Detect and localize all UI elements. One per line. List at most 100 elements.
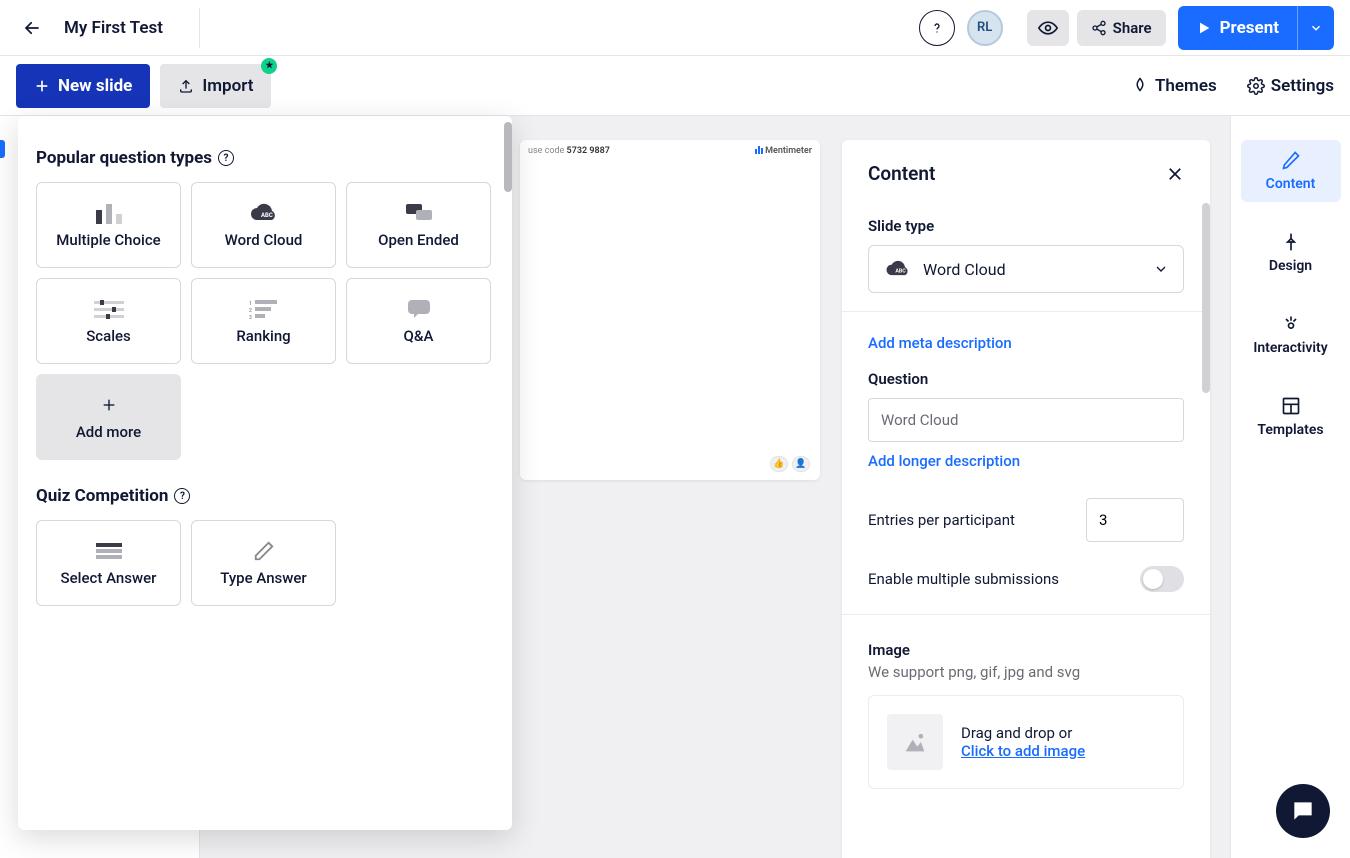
- help-icon[interactable]: ?: [174, 488, 190, 504]
- type-ranking[interactable]: 123 Ranking: [191, 278, 336, 364]
- click-add-image-link[interactable]: Click to add image: [961, 742, 1085, 760]
- card-label: Scales: [86, 327, 131, 345]
- svg-text:2: 2: [249, 308, 252, 314]
- slide-type-popover: Popular question types ? Multiple Choice…: [18, 116, 512, 830]
- question-label: Question: [868, 370, 1184, 388]
- card-label: Open Ended: [378, 231, 459, 249]
- present-dropdown[interactable]: [1298, 21, 1334, 35]
- play-icon: [1196, 20, 1212, 36]
- chat-button[interactable]: [1276, 784, 1330, 838]
- themes-label: Themes: [1155, 76, 1217, 96]
- type-add-more[interactable]: Add more: [36, 374, 181, 460]
- tab-label: Content: [1266, 176, 1316, 192]
- top-header: My First Test RL Share Present: [0, 0, 1350, 56]
- scales-icon: [92, 297, 126, 321]
- chat-icon: [1290, 798, 1316, 824]
- card-label: Q&A: [404, 327, 434, 345]
- workspace: Popular question types ? Multiple Choice…: [0, 116, 1350, 858]
- tab-label: Interactivity: [1253, 340, 1327, 356]
- type-select-answer[interactable]: Select Answer: [36, 520, 181, 606]
- popular-types-label: Popular question types: [36, 148, 212, 168]
- tab-interactivity[interactable]: Interactivity: [1241, 304, 1341, 366]
- settings-button[interactable]: Settings: [1247, 76, 1334, 96]
- share-button[interactable]: Share: [1077, 10, 1166, 46]
- spark-icon: [1281, 314, 1301, 334]
- grid-icon: [1281, 396, 1301, 416]
- question-input[interactable]: [868, 398, 1184, 442]
- add-longer-link[interactable]: Add longer description: [868, 452, 1184, 470]
- scrollbar[interactable]: [1202, 203, 1210, 393]
- settings-label: Settings: [1271, 76, 1334, 96]
- import-button[interactable]: Import ★: [160, 64, 271, 108]
- preview-button[interactable]: [1027, 10, 1069, 46]
- tab-design[interactable]: Design: [1241, 222, 1341, 284]
- slide-preview[interactable]: use code 5732 9887 Mentimeter 👍 👤: [520, 140, 820, 480]
- import-label: Import: [202, 76, 253, 96]
- themes-button[interactable]: Themes: [1131, 76, 1217, 96]
- card-label: Add more: [76, 423, 141, 441]
- add-meta-link[interactable]: Add meta description: [868, 334, 1184, 352]
- person-icon[interactable]: 👤: [792, 456, 810, 472]
- card-label: Ranking: [236, 327, 290, 345]
- scrollbar[interactable]: [504, 122, 512, 192]
- entries-input[interactable]: [1086, 498, 1184, 542]
- type-multiple-choice[interactable]: Multiple Choice: [36, 182, 181, 268]
- import-badge-icon: ★: [261, 58, 277, 74]
- tab-templates[interactable]: Templates: [1241, 386, 1341, 448]
- gear-icon: [1247, 77, 1265, 95]
- card-label: Select Answer: [61, 569, 157, 587]
- type-scales[interactable]: Scales: [36, 278, 181, 364]
- image-drop-zone[interactable]: Drag and drop or Click to add image: [868, 695, 1184, 789]
- toolbar: New slide Import ★ Themes Settings: [0, 56, 1350, 116]
- presentation-title[interactable]: My First Test: [64, 18, 163, 38]
- svg-text:ABC: ABC: [261, 212, 273, 219]
- cloud-icon: ABC: [247, 201, 281, 225]
- present-button[interactable]: Present: [1178, 6, 1334, 50]
- image-placeholder-icon: [887, 714, 943, 770]
- image-support-text: We support png, gif, jpg and svg: [868, 663, 1184, 681]
- thumbs-up-icon[interactable]: 👍: [770, 456, 788, 472]
- help-icon: [929, 20, 945, 36]
- type-qa[interactable]: Q&A: [346, 278, 491, 364]
- type-type-answer[interactable]: Type Answer: [191, 520, 336, 606]
- drop-text: Drag and drop or: [961, 724, 1085, 742]
- card-label: Word Cloud: [225, 231, 303, 249]
- tab-label: Design: [1269, 258, 1312, 274]
- content-panel: Content Slide type ABC Word Cloud Add me…: [842, 140, 1210, 858]
- right-sidebar: Content Design Interactivity Templates: [1230, 116, 1350, 858]
- svg-text:3: 3: [249, 315, 252, 319]
- pin-icon: [1281, 232, 1301, 252]
- brand-label: Mentimeter: [755, 146, 812, 156]
- slide-type-value: Word Cloud: [923, 260, 1143, 279]
- cloud-icon: ABC: [883, 259, 913, 279]
- tab-content[interactable]: Content: [1241, 140, 1341, 202]
- divider: [199, 8, 200, 48]
- join-code-text: use code 5732 9887: [528, 146, 610, 156]
- multi-submit-toggle[interactable]: [1140, 566, 1184, 592]
- slide-type-select[interactable]: ABC Word Cloud: [868, 245, 1184, 293]
- entries-label: Entries per participant: [868, 511, 1015, 529]
- ranking-icon: 123: [247, 297, 281, 321]
- back-button[interactable]: [16, 12, 48, 44]
- close-button[interactable]: [1166, 165, 1184, 183]
- bar-chart-icon: [92, 201, 126, 225]
- qa-icon: [402, 297, 436, 321]
- help-button[interactable]: [919, 10, 955, 46]
- svg-text:1: 1: [249, 301, 252, 307]
- type-open-ended[interactable]: Open Ended: [346, 182, 491, 268]
- type-word-cloud[interactable]: ABC Word Cloud: [191, 182, 336, 268]
- help-icon[interactable]: ?: [218, 150, 234, 166]
- chevron-down-icon: [1309, 21, 1323, 35]
- present-label: Present: [1220, 18, 1279, 38]
- close-icon: [1166, 165, 1184, 183]
- plus-icon: [92, 393, 126, 417]
- multi-submit-label: Enable multiple submissions: [868, 570, 1059, 588]
- user-avatar[interactable]: RL: [967, 10, 1003, 46]
- new-slide-label: New slide: [58, 76, 132, 96]
- pencil-icon: [247, 539, 281, 563]
- card-label: Multiple Choice: [56, 231, 160, 249]
- pencil-icon: [1281, 150, 1301, 170]
- new-slide-button[interactable]: New slide: [16, 64, 150, 108]
- plus-icon: [34, 78, 50, 94]
- share-label: Share: [1113, 19, 1152, 37]
